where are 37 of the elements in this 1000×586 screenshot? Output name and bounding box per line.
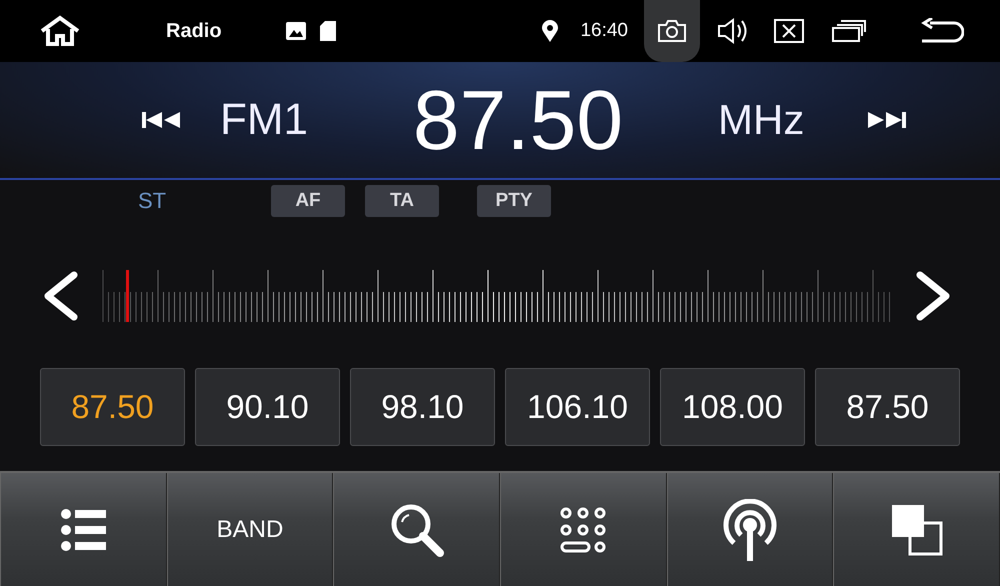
band-label: FM1: [220, 95, 309, 145]
toolbar-button[interactable]: [500, 473, 667, 586]
next-icon[interactable]: [866, 110, 906, 130]
list-icon: [60, 508, 106, 552]
preset-button[interactable]: 90.10: [195, 368, 340, 446]
preset-button[interactable]: 108.00: [660, 368, 805, 446]
toolbar-button[interactable]: [666, 473, 834, 586]
home-icon[interactable]: [38, 15, 82, 47]
sd-card-icon: [320, 21, 336, 41]
unit-label: MHz: [718, 96, 806, 144]
toolbar-button[interactable]: [333, 473, 500, 586]
back-icon[interactable]: [920, 18, 964, 44]
toolbar-button[interactable]: [833, 473, 1000, 586]
band-button[interactable]: BAND: [166, 473, 334, 586]
preset-button[interactable]: 98.10: [350, 368, 495, 446]
location-icon: [542, 20, 558, 42]
windows-icon[interactable]: [832, 20, 866, 42]
keypad-icon: [559, 506, 608, 554]
close-icon[interactable]: [774, 19, 804, 43]
antenna-icon: [722, 498, 778, 560]
toggle-button[interactable]: PTY: [477, 185, 551, 217]
clock: 16:40: [580, 20, 628, 42]
overlapping-squares-icon: [890, 504, 943, 556]
search-icon: [388, 502, 445, 558]
stereo-indicator: ST: [138, 188, 168, 214]
toggle-button[interactable]: TA: [365, 185, 439, 217]
image-icon: [286, 22, 306, 40]
preset-button[interactable]: 87.50: [40, 368, 185, 446]
frequency-display: 87.50: [412, 72, 624, 168]
toolbar-button[interactable]: [0, 473, 167, 586]
preset-button[interactable]: 87.50: [815, 368, 960, 446]
toggle-button[interactable]: AF: [271, 185, 345, 217]
tuning-scale[interactable]: [102, 268, 892, 324]
screen-title: Radio: [166, 20, 223, 42]
camera-icon[interactable]: [657, 19, 687, 43]
previous-icon[interactable]: [142, 110, 182, 130]
preset-button[interactable]: 106.10: [505, 368, 650, 446]
